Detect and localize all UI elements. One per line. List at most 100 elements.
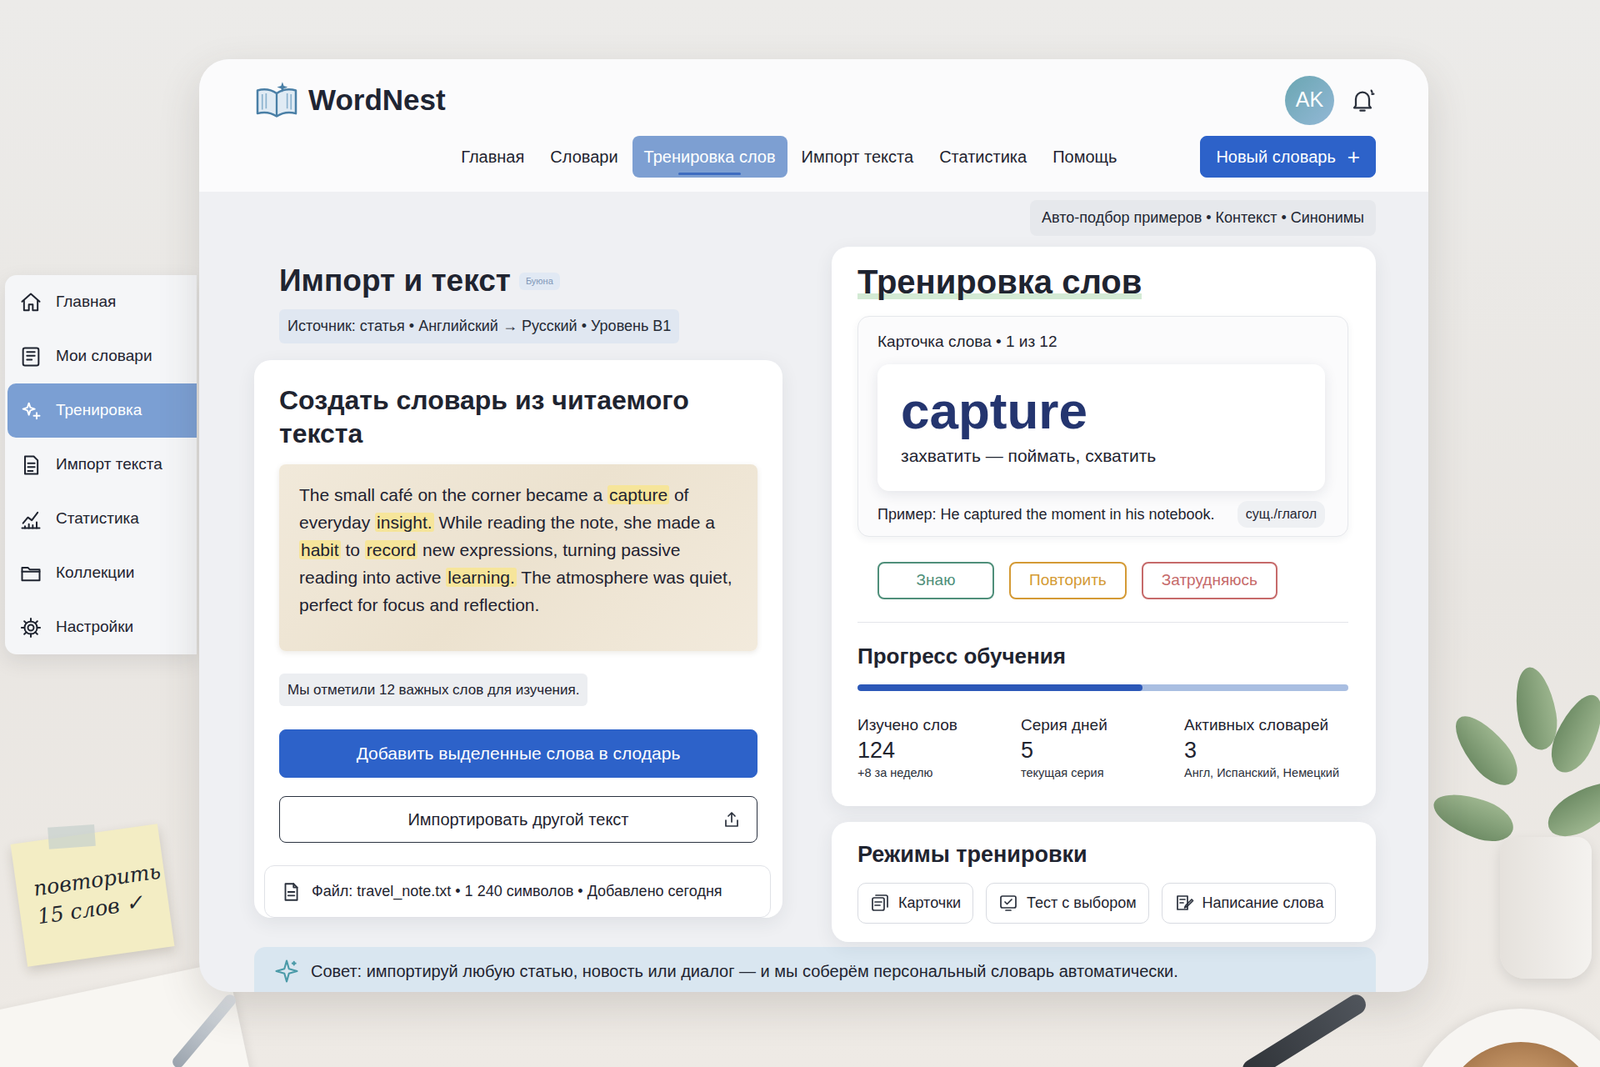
stat-note: Англ, Испанский, Немецкий bbox=[1184, 764, 1349, 781]
sidebar-item[interactable]: Импорт текста bbox=[7, 437, 197, 492]
book-logo-icon bbox=[253, 80, 300, 120]
app-name: WordNest bbox=[308, 78, 446, 123]
dictionary-icon bbox=[19, 345, 43, 369]
writing-icon bbox=[1174, 892, 1195, 913]
nav-tab[interactable]: Статистика bbox=[927, 135, 1039, 178]
answer-button[interactable]: Затрудняюсь bbox=[1141, 561, 1278, 600]
top-nav: ГлавнаяСловариТренировка словИмпорт текс… bbox=[449, 135, 1129, 178]
sidebar-item[interactable]: Статистика bbox=[7, 491, 197, 546]
answer-button[interactable]: Знаю bbox=[877, 561, 995, 600]
mode-button[interactable]: Карточки bbox=[857, 882, 974, 924]
features-chip: Авто-подбор примеров • Контекст • Синони… bbox=[1030, 200, 1376, 236]
plant-leaf bbox=[1540, 770, 1600, 846]
text-segment: The small café on the corner became a bbox=[299, 485, 608, 505]
new-dictionary-label: Новый словарь bbox=[1215, 144, 1335, 170]
training-card: Тренировка слов Карточка слова • 1 из 12… bbox=[831, 246, 1376, 806]
tip-text: Совет: импортируй любую статью, новость … bbox=[310, 959, 1179, 983]
gear-icon bbox=[19, 615, 43, 640]
marker bbox=[1239, 990, 1370, 1067]
progress-fill bbox=[857, 684, 1143, 691]
sidebar-label: Главная bbox=[55, 290, 116, 315]
import-text-label: Импортировать другой текст bbox=[407, 806, 629, 832]
sidebar-label: Импорт текста bbox=[55, 452, 163, 477]
import-text-button[interactable]: Импортировать другой текст bbox=[279, 795, 758, 843]
quiz-icon bbox=[998, 892, 1019, 913]
source-text[interactable]: The small café on the corner became a ca… bbox=[279, 464, 758, 651]
chart-icon bbox=[19, 507, 43, 531]
mode-label: Тест с выбором bbox=[1026, 891, 1136, 915]
sparkle-icon bbox=[19, 399, 43, 423]
home-icon bbox=[19, 290, 43, 315]
import-card-title: Создать словарь из читаемого текста bbox=[279, 383, 758, 450]
sidebar-label: Статистика bbox=[55, 506, 140, 531]
translation: захватить — поймать, схватить bbox=[900, 442, 1302, 470]
marked-note: Мы отметили 12 важных слов для изучения. bbox=[279, 673, 588, 707]
bell-icon[interactable] bbox=[1349, 86, 1376, 114]
sidebar-label: Коллекции bbox=[55, 560, 135, 585]
text-segment: to bbox=[340, 540, 365, 560]
stat: Серия дней5текущая серия bbox=[1020, 715, 1185, 781]
card-counter: Карточка слова • 1 из 12 bbox=[877, 331, 1325, 352]
stat-value: 124 bbox=[857, 735, 1021, 765]
mode-label: Написание слова bbox=[1202, 891, 1325, 915]
example: Пример: He captured the moment in his no… bbox=[877, 503, 1215, 526]
stat-label: Активных словарей bbox=[1184, 715, 1349, 735]
training-column: Тренировка слов Карточка слова • 1 из 12… bbox=[831, 246, 1376, 942]
new-dictionary-button[interactable]: Новый словарь + bbox=[1200, 135, 1376, 178]
sidebar: Главная Мои словари Тренировка Импорт текст… bbox=[5, 275, 197, 655]
nav-tab[interactable]: Тренировка слов bbox=[632, 135, 788, 178]
text-segment: While reading the note, she made a bbox=[434, 512, 715, 532]
word-card[interactable]: capture захватить — поймать, схватить bbox=[877, 364, 1325, 491]
folder-icon bbox=[19, 561, 43, 585]
sidebar-item[interactable]: Настройки bbox=[7, 600, 197, 655]
answer-buttons: Знаю Повторить Затрудняюсь bbox=[857, 561, 1349, 600]
header: WordNest AK ГлавнаяСловариТренировка сло… bbox=[199, 59, 1429, 192]
progress-title: Прогресс обучения bbox=[857, 642, 1349, 670]
modes-card: Режимы тренировки Карточки Тест с выбором… bbox=[831, 821, 1376, 942]
import-card: Создать словарь из читаемого текста The … bbox=[254, 360, 783, 919]
sidebar-item[interactable]: Коллекции bbox=[7, 545, 197, 600]
add-words-button[interactable]: Добавить выделенные слова в слодарь bbox=[279, 729, 758, 778]
answer-button[interactable]: Повторить bbox=[1009, 561, 1127, 600]
mode-button[interactable]: Тест с выбором bbox=[985, 882, 1149, 924]
flashcard: Карточка слова • 1 из 12 capture захвати… bbox=[857, 315, 1349, 537]
stat-value: 3 bbox=[1184, 735, 1349, 765]
training-title: Тренировка слов bbox=[857, 261, 1142, 302]
stat: Изучено слов124+8 за неделю bbox=[857, 715, 1021, 781]
word: capture bbox=[900, 382, 1302, 440]
document-icon bbox=[19, 453, 43, 477]
highlighted-word[interactable]: learning. bbox=[445, 567, 517, 587]
import-column: Импорт и текст Буюна Источник: статья • … bbox=[254, 246, 783, 918]
highlighted-word[interactable]: capture bbox=[607, 485, 670, 505]
modes-title: Режимы тренировки bbox=[857, 840, 1350, 869]
highlighted-word[interactable]: insight. bbox=[375, 512, 435, 532]
highlighted-word[interactable]: habit bbox=[299, 540, 341, 560]
avatar[interactable]: AK bbox=[1285, 75, 1335, 125]
sparkle-icon bbox=[274, 958, 300, 984]
sidebar-item[interactable]: Тренировка bbox=[7, 383, 197, 438]
progress-track bbox=[857, 684, 1349, 691]
sidebar-label: Настройки bbox=[55, 615, 134, 640]
plus-icon: + bbox=[1347, 145, 1360, 168]
plant-pot bbox=[1500, 836, 1592, 979]
coffee-cup bbox=[1408, 1008, 1600, 1067]
source-chip: Источник: статья • Английский → Русский … bbox=[279, 309, 680, 344]
file-row[interactable]: Файл: travel_note.txt • 1 240 символов •… bbox=[264, 865, 771, 918]
file-icon bbox=[280, 880, 302, 903]
app-window: WordNest AK ГлавнаяСловариТренировка сло… bbox=[199, 59, 1429, 992]
brand[interactable]: WordNest bbox=[253, 78, 446, 123]
sidebar-item[interactable]: Главная bbox=[7, 275, 197, 330]
sidebar-label: Тренировка bbox=[55, 398, 142, 423]
nav-tab[interactable]: Словари bbox=[538, 135, 630, 178]
mode-button[interactable]: Написание слова bbox=[1161, 882, 1337, 924]
import-title: Импорт и текст bbox=[279, 263, 511, 300]
nav-tab[interactable]: Помощь bbox=[1040, 135, 1129, 178]
sidebar-item[interactable]: Мои словари bbox=[7, 329, 197, 384]
stat-note: +8 за неделю bbox=[857, 764, 1021, 781]
highlighted-word[interactable]: record bbox=[365, 540, 419, 560]
sidebar-label: Мои словари bbox=[55, 344, 153, 369]
cards-icon bbox=[870, 892, 890, 913]
nav-tab[interactable]: Импорт текста bbox=[790, 135, 926, 178]
part-of-speech: сущ./глагол bbox=[1237, 500, 1325, 528]
nav-tab[interactable]: Главная bbox=[449, 135, 536, 178]
